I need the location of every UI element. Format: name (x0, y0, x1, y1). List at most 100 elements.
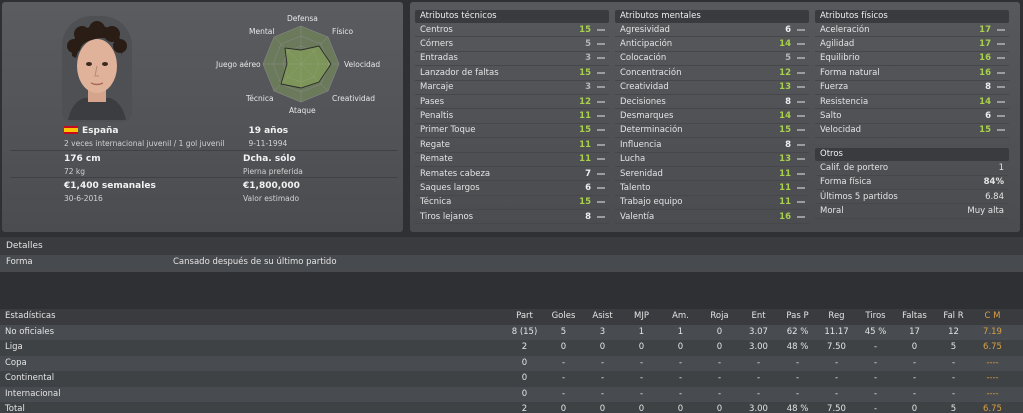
stats-column-header[interactable]: MJP (622, 309, 661, 325)
attribute-row[interactable]: Centros 15 (415, 23, 609, 38)
attribute-row[interactable]: Remates cabeza 7 (415, 167, 609, 182)
attribute-row[interactable]: Salto 6 (815, 109, 1009, 124)
attribute-row[interactable]: Saques largos 6 (415, 181, 609, 196)
stats-row[interactable]: Liga 2 0 0 0 0 0 3.00 48 % 7.50 - 0 5 6.75 (0, 340, 1023, 356)
attribute-value: 11 (579, 111, 591, 122)
stats-column-header[interactable]: Fal R (934, 309, 973, 325)
attribute-name: Desmarques (620, 111, 674, 122)
stats-cell: 3.00 (749, 404, 768, 413)
birth-date: 9-11-1994 (248, 139, 288, 148)
attribute-row[interactable]: Fuerza 8 (815, 81, 1009, 95)
attribute-value: 16 (979, 67, 991, 78)
stats-column-header[interactable]: Am. (661, 309, 700, 325)
stats-column-header[interactable]: Pas P (778, 309, 817, 325)
stats-cell: - (561, 388, 566, 399)
attribute-name: Remates cabeza (420, 168, 491, 179)
stats-column-header[interactable]: Tiros (856, 309, 895, 325)
radar-label-defensa: Defensa (287, 14, 318, 23)
attribute-row[interactable]: Determinación 15 (615, 124, 809, 139)
attribute-value: 12 (779, 67, 791, 78)
preferred-foot-label: Pierna preferida (243, 167, 303, 176)
attribute-row[interactable]: Primer Toque 15 (415, 124, 609, 139)
attribute-row[interactable]: Colocación 5 (615, 52, 809, 67)
stats-cell: - (795, 373, 800, 383)
attribute-name: Primer Toque (420, 125, 476, 136)
trend-dash-icon (797, 143, 805, 146)
attribute-row[interactable]: Anticipación 14 (615, 37, 809, 52)
trend-dash-icon (597, 186, 605, 189)
stats-cell: - (678, 373, 683, 383)
attribute-row[interactable]: Regate 11 (415, 138, 609, 153)
stats-row[interactable]: Continental 0- - - - - - - - - - - ---- (0, 371, 1023, 387)
stats-cell: - (639, 388, 644, 399)
stats-column-header[interactable]: C M (973, 309, 1012, 325)
attribute-row[interactable]: Equilibrio 16 (815, 52, 1009, 67)
attribute-value: 8 (585, 211, 591, 222)
otros-value: 6.84 (985, 191, 1004, 202)
attribute-name: Centros (420, 24, 453, 35)
attribute-row[interactable]: Aceleración 17 (815, 23, 1009, 38)
attribute-row[interactable]: Creatividad 13 (615, 81, 809, 95)
stats-table: Estadísticas Part Goles Asist MJP Am. Roja Ent… (0, 309, 1023, 413)
stats-cell: - (756, 388, 761, 399)
trend-dash-icon (597, 143, 605, 146)
stats-column-header[interactable]: Asist (583, 309, 622, 325)
physical-attributes: Atributos físicos Aceleración 17 Agilidad 1… (815, 10, 1009, 219)
attribute-row[interactable]: Decisiones 8 (615, 95, 809, 110)
attribute-row[interactable]: Trabajo equipo 11 (615, 196, 809, 211)
attribute-row[interactable]: Talento 11 (615, 181, 809, 196)
attribute-row[interactable]: Remate 11 (415, 153, 609, 167)
stats-column-header[interactable]: Roja (700, 309, 739, 325)
attribute-value: 15 (579, 24, 591, 35)
stats-row[interactable]: No oficiales 8 (15) 5 3 1 1 0 3.07 62 % 11.17 45 %… (0, 324, 1023, 340)
attribute-name: Equilibrio (820, 53, 860, 64)
attribute-value: 5 (585, 39, 591, 50)
attribute-row[interactable]: Forma natural 16 (815, 66, 1009, 81)
stats-row[interactable]: Internacional 0- - - - - - - - - - - ---- (0, 386, 1023, 402)
attribute-row[interactable]: Tiros lejanos 8 (415, 210, 609, 225)
attribute-value: 11 (779, 197, 791, 208)
technical-attributes: Atributos técnicos Centros 15 Córners 5 Entr… (415, 10, 609, 225)
stats-row[interactable]: Total 2 0 0 0 0 0 3.00 48 % 7.50 - 0 5 6.75 (0, 402, 1023, 413)
attribute-row[interactable]: Entradas 3 (415, 52, 609, 67)
player-profile-panel: Defensa Físico Velocidad Creatividad Ata… (2, 2, 403, 232)
estimated-value-label: Valor estimado (243, 194, 300, 203)
stats-cell: 17 (909, 326, 920, 337)
stats-column-header[interactable]: Ent (739, 309, 778, 325)
attribute-row[interactable]: Córners 5 (415, 37, 609, 52)
attribute-row[interactable]: Desmarques 14 (615, 109, 809, 124)
stats-cell: 3 (599, 326, 606, 337)
attribute-row[interactable]: Pases 12 (415, 95, 609, 110)
attribute-row[interactable]: Agilidad 17 (815, 37, 1009, 52)
attribute-row[interactable]: Marcaje 3 (415, 81, 609, 95)
contract-end-date: 30-6-2016 (64, 194, 103, 203)
stats-row[interactable]: Copa 0- - - - - - - - - - - ---- (0, 355, 1023, 371)
attribute-row[interactable]: Agresividad 6 (615, 23, 809, 38)
stats-cell: - (639, 357, 644, 368)
player-wage[interactable]: €1,400 semanales (64, 181, 219, 191)
attribute-row[interactable]: Lucha 13 (615, 153, 809, 167)
attribute-row[interactable]: Técnica 15 (415, 196, 609, 211)
stats-column-header[interactable]: Faltas (895, 309, 934, 325)
attribute-row[interactable]: Lanzador de faltas 15 (415, 66, 609, 81)
attribute-row[interactable]: Serenidad 11 (615, 167, 809, 182)
stats-cell: 1 (677, 326, 684, 337)
attribute-row[interactable]: Influencia 8 (615, 138, 809, 153)
attribute-row[interactable]: Velocidad 15 (815, 124, 1009, 139)
stats-column-header[interactable]: Part (505, 309, 544, 325)
stats-cell: 3.00 (749, 342, 768, 352)
international-caps: 2 veces internacional juvenil / 1 gol ju… (64, 139, 225, 148)
mental-attribute-list: Agresividad 6 Anticipación 14 Colocación 5 Con… (615, 23, 809, 225)
attribute-row[interactable]: Valentía 16 (615, 210, 809, 225)
attribute-name: Resistencia (820, 96, 869, 107)
nationality[interactable]: España (82, 126, 119, 136)
attribute-name: Determinación (620, 125, 683, 136)
attribute-row[interactable]: Penaltis 11 (415, 109, 609, 124)
trend-dash-icon (597, 71, 605, 74)
attribute-row[interactable]: Resistencia 14 (815, 95, 1009, 110)
attribute-name: Penaltis (420, 111, 454, 122)
attribute-name: Tiros lejanos (420, 211, 474, 222)
attribute-row[interactable]: Concentración 12 (615, 66, 809, 81)
stats-column-header[interactable]: Reg (817, 309, 856, 325)
stats-column-header[interactable]: Goles (544, 309, 583, 325)
